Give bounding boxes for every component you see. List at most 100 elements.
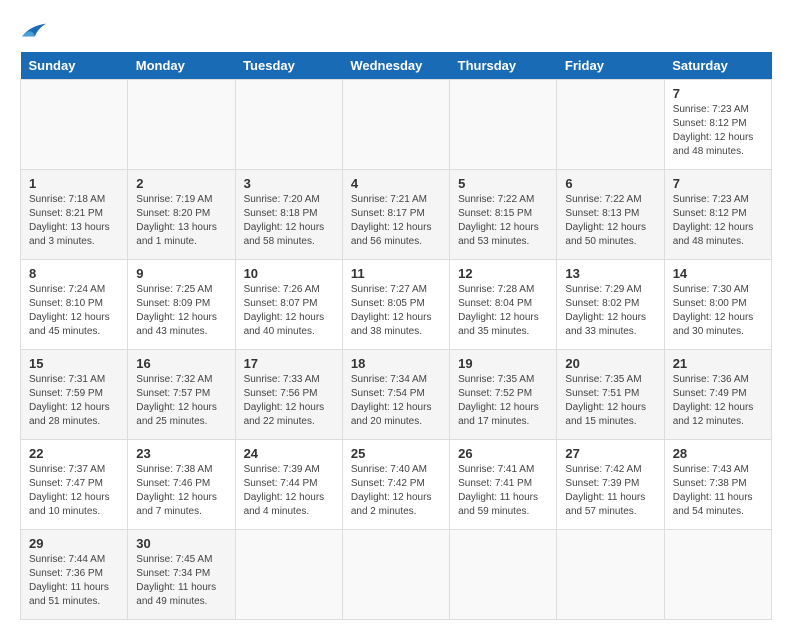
calendar-cell: 17 Sunrise: 7:33 AMSunset: 7:56 PMDayligh… bbox=[235, 350, 342, 440]
calendar-cell: 10 Sunrise: 7:26 AMSunset: 8:07 PMDayligh… bbox=[235, 260, 342, 350]
cell-details: Sunrise: 7:44 AMSunset: 7:36 PMDaylight:… bbox=[29, 553, 119, 609]
calendar-cell: 1 Sunrise: 7:18 AMSunset: 8:21 PMDaylight… bbox=[21, 170, 128, 260]
day-number: 24 bbox=[244, 446, 334, 461]
cell-details: Sunrise: 7:43 AMSunset: 7:38 PMDaylight:… bbox=[673, 463, 763, 519]
calendar-cell: 8Sunrise: 7:24 AMSunset: 8:10 PMDaylight… bbox=[21, 260, 128, 350]
calendar-cell bbox=[664, 530, 771, 620]
header-thursday: Thursday bbox=[450, 52, 557, 80]
day-number: 28 bbox=[673, 446, 763, 461]
day-number: 7 bbox=[673, 176, 763, 191]
day-number: 18 bbox=[351, 356, 441, 371]
cell-details: Sunrise: 7:25 AMSunset: 8:09 PMDaylight:… bbox=[136, 283, 226, 339]
calendar-cell: 19Sunrise: 7:35 AMSunset: 7:52 PMDayligh… bbox=[450, 350, 557, 440]
cell-details: Sunrise: 7:40 AMSunset: 7:42 PMDaylight:… bbox=[351, 463, 441, 519]
calendar-cell: 12 Sunrise: 7:28 AMSunset: 8:04 PMDayligh… bbox=[450, 260, 557, 350]
calendar-cell: 24Sunrise: 7:39 AMSunset: 7:44 PMDayligh… bbox=[235, 440, 342, 530]
logo-icon bbox=[20, 20, 48, 42]
calendar-cell: 29 Sunrise: 7:44 AMSunset: 7:36 PMDayligh… bbox=[21, 530, 128, 620]
cell-details: Sunrise: 7:26 AMSunset: 8:07 PMDaylight:… bbox=[244, 283, 334, 339]
day-number: 16 bbox=[136, 356, 226, 371]
day-number: 10 bbox=[244, 266, 334, 281]
calendar-cell: 27 Sunrise: 7:42 AMSunset: 7:39 PMDayligh… bbox=[557, 440, 664, 530]
day-number: 19 bbox=[458, 356, 548, 371]
day-number: 12 bbox=[458, 266, 548, 281]
calendar-cell bbox=[21, 80, 128, 170]
calendar-week-row: 1 Sunrise: 7:18 AMSunset: 8:21 PMDaylight… bbox=[21, 170, 772, 260]
cell-details: Sunrise: 7:24 AMSunset: 8:10 PMDaylight:… bbox=[29, 283, 119, 339]
cell-details: Sunrise: 7:21 AMSunset: 8:17 PMDaylight:… bbox=[351, 193, 441, 249]
day-number: 7 bbox=[673, 86, 763, 101]
day-number: 13 bbox=[565, 266, 655, 281]
cell-details: Sunrise: 7:45 AMSunset: 7:34 PMDaylight:… bbox=[136, 553, 226, 609]
calendar-cell: 9 Sunrise: 7:25 AMSunset: 8:09 PMDaylight… bbox=[128, 260, 235, 350]
cell-details: Sunrise: 7:41 AMSunset: 7:41 PMDaylight:… bbox=[458, 463, 548, 519]
cell-details: Sunrise: 7:23 AMSunset: 8:12 PMDaylight:… bbox=[673, 193, 763, 249]
cell-details: Sunrise: 7:32 AMSunset: 7:57 PMDaylight:… bbox=[136, 373, 226, 429]
cell-details: Sunrise: 7:22 AMSunset: 8:13 PMDaylight:… bbox=[565, 193, 655, 249]
calendar-cell: 6 Sunrise: 7:22 AMSunset: 8:13 PMDaylight… bbox=[557, 170, 664, 260]
cell-details: Sunrise: 7:27 AMSunset: 8:05 PMDaylight:… bbox=[351, 283, 441, 339]
day-number: 1 bbox=[29, 176, 119, 191]
calendar-cell: 4 Sunrise: 7:21 AMSunset: 8:17 PMDaylight… bbox=[342, 170, 449, 260]
cell-details: Sunrise: 7:34 AMSunset: 7:54 PMDaylight:… bbox=[351, 373, 441, 429]
header-row: SundayMondayTuesdayWednesdayThursdayFrid… bbox=[21, 52, 772, 80]
cell-details: Sunrise: 7:20 AMSunset: 8:18 PMDaylight:… bbox=[244, 193, 334, 249]
header-tuesday: Tuesday bbox=[235, 52, 342, 80]
calendar-cell bbox=[128, 80, 235, 170]
calendar-cell: 15Sunrise: 7:31 AMSunset: 7:59 PMDayligh… bbox=[21, 350, 128, 440]
day-number: 25 bbox=[351, 446, 441, 461]
cell-details: Sunrise: 7:28 AMSunset: 8:04 PMDaylight:… bbox=[458, 283, 548, 339]
day-number: 17 bbox=[244, 356, 334, 371]
calendar-week-row: 15Sunrise: 7:31 AMSunset: 7:59 PMDayligh… bbox=[21, 350, 772, 440]
day-number: 4 bbox=[351, 176, 441, 191]
cell-details: Sunrise: 7:23 AMSunset: 8:12 PMDaylight:… bbox=[673, 103, 763, 159]
calendar-cell: 2Sunrise: 7:19 AMSunset: 8:20 PMDaylight… bbox=[128, 170, 235, 260]
cell-details: Sunrise: 7:18 AMSunset: 8:21 PMDaylight:… bbox=[29, 193, 119, 249]
calendar-cell: 26 Sunrise: 7:41 AMSunset: 7:41 PMDayligh… bbox=[450, 440, 557, 530]
cell-details: Sunrise: 7:30 AMSunset: 8:00 PMDaylight:… bbox=[673, 283, 763, 339]
calendar-cell bbox=[235, 530, 342, 620]
page-header bbox=[20, 20, 772, 42]
calendar-cell: 22Sunrise: 7:37 AMSunset: 7:47 PMDayligh… bbox=[21, 440, 128, 530]
calendar-cell: 21Sunrise: 7:36 AMSunset: 7:49 PMDayligh… bbox=[664, 350, 771, 440]
calendar-cell bbox=[557, 530, 664, 620]
header-wednesday: Wednesday bbox=[342, 52, 449, 80]
cell-details: Sunrise: 7:38 AMSunset: 7:46 PMDaylight:… bbox=[136, 463, 226, 519]
calendar-cell: 28 Sunrise: 7:43 AMSunset: 7:38 PMDayligh… bbox=[664, 440, 771, 530]
calendar-table: SundayMondayTuesdayWednesdayThursdayFrid… bbox=[20, 52, 772, 620]
day-number: 27 bbox=[565, 446, 655, 461]
calendar-week-row: 22Sunrise: 7:37 AMSunset: 7:47 PMDayligh… bbox=[21, 440, 772, 530]
calendar-cell bbox=[450, 530, 557, 620]
calendar-cell bbox=[342, 530, 449, 620]
day-number: 3 bbox=[244, 176, 334, 191]
calendar-cell bbox=[557, 80, 664, 170]
calendar-cell: 20 Sunrise: 7:35 AMSunset: 7:51 PMDayligh… bbox=[557, 350, 664, 440]
calendar-cell: 23Sunrise: 7:38 AMSunset: 7:46 PMDayligh… bbox=[128, 440, 235, 530]
cell-details: Sunrise: 7:35 AMSunset: 7:51 PMDaylight:… bbox=[565, 373, 655, 429]
cell-details: Sunrise: 7:22 AMSunset: 8:15 PMDaylight:… bbox=[458, 193, 548, 249]
cell-details: Sunrise: 7:33 AMSunset: 7:56 PMDaylight:… bbox=[244, 373, 334, 429]
day-number: 20 bbox=[565, 356, 655, 371]
day-number: 29 bbox=[29, 536, 119, 551]
header-monday: Monday bbox=[128, 52, 235, 80]
header-sunday: Sunday bbox=[21, 52, 128, 80]
day-number: 21 bbox=[673, 356, 763, 371]
day-number: 6 bbox=[565, 176, 655, 191]
calendar-cell: 13Sunrise: 7:29 AMSunset: 8:02 PMDayligh… bbox=[557, 260, 664, 350]
calendar-cell: 3 Sunrise: 7:20 AMSunset: 8:18 PMDaylight… bbox=[235, 170, 342, 260]
day-number: 30 bbox=[136, 536, 226, 551]
day-number: 26 bbox=[458, 446, 548, 461]
calendar-cell: 14 Sunrise: 7:30 AMSunset: 8:00 PMDayligh… bbox=[664, 260, 771, 350]
cell-details: Sunrise: 7:42 AMSunset: 7:39 PMDaylight:… bbox=[565, 463, 655, 519]
day-number: 9 bbox=[136, 266, 226, 281]
day-number: 5 bbox=[458, 176, 548, 191]
day-number: 15 bbox=[29, 356, 119, 371]
day-number: 22 bbox=[29, 446, 119, 461]
header-friday: Friday bbox=[557, 52, 664, 80]
calendar-week-row: 8Sunrise: 7:24 AMSunset: 8:10 PMDaylight… bbox=[21, 260, 772, 350]
calendar-cell bbox=[342, 80, 449, 170]
cell-details: Sunrise: 7:19 AMSunset: 8:20 PMDaylight:… bbox=[136, 193, 226, 249]
calendar-cell: 7 Sunrise: 7:23 AMSunset: 8:12 PMDaylight… bbox=[664, 170, 771, 260]
day-number: 14 bbox=[673, 266, 763, 281]
calendar-cell bbox=[235, 80, 342, 170]
